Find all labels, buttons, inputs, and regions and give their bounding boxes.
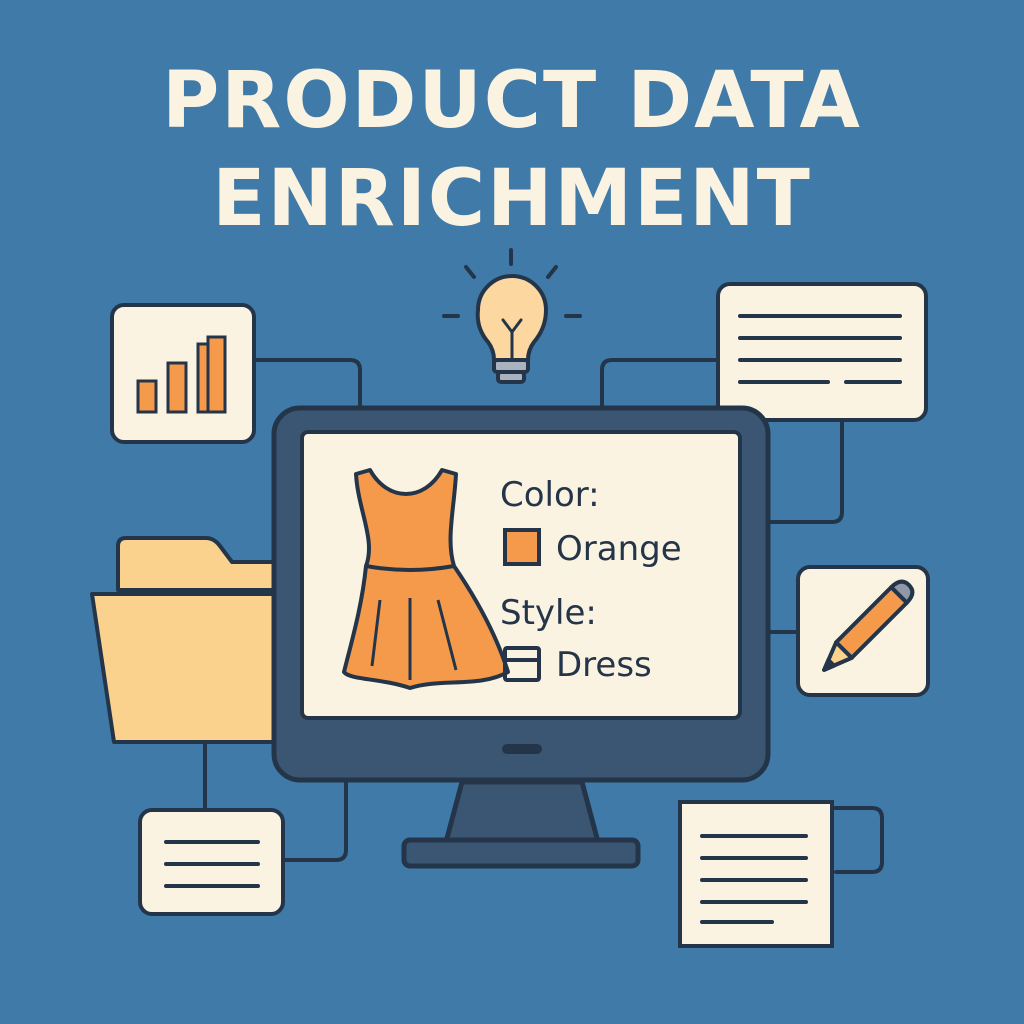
color-value: Orange	[556, 529, 682, 569]
text-lines-card	[138, 808, 285, 916]
infographic: PRODUCT DATA ENRICHMENT Color: Orange St…	[0, 0, 1024, 1024]
orange-swatch-icon	[503, 528, 541, 566]
lightbulb-icon	[442, 248, 582, 384]
folder-icon	[90, 536, 284, 744]
page-title: PRODUCT DATA	[162, 56, 862, 146]
bar-chart-card	[110, 303, 256, 444]
style-label: Style:	[500, 593, 597, 633]
pencil-card	[796, 565, 930, 697]
document-lines-card	[716, 282, 928, 422]
color-label: Color:	[500, 475, 600, 515]
style-value: Dress	[556, 645, 652, 685]
page-title-line-2: ENRICHMENT	[212, 154, 812, 244]
document-card	[678, 800, 834, 948]
